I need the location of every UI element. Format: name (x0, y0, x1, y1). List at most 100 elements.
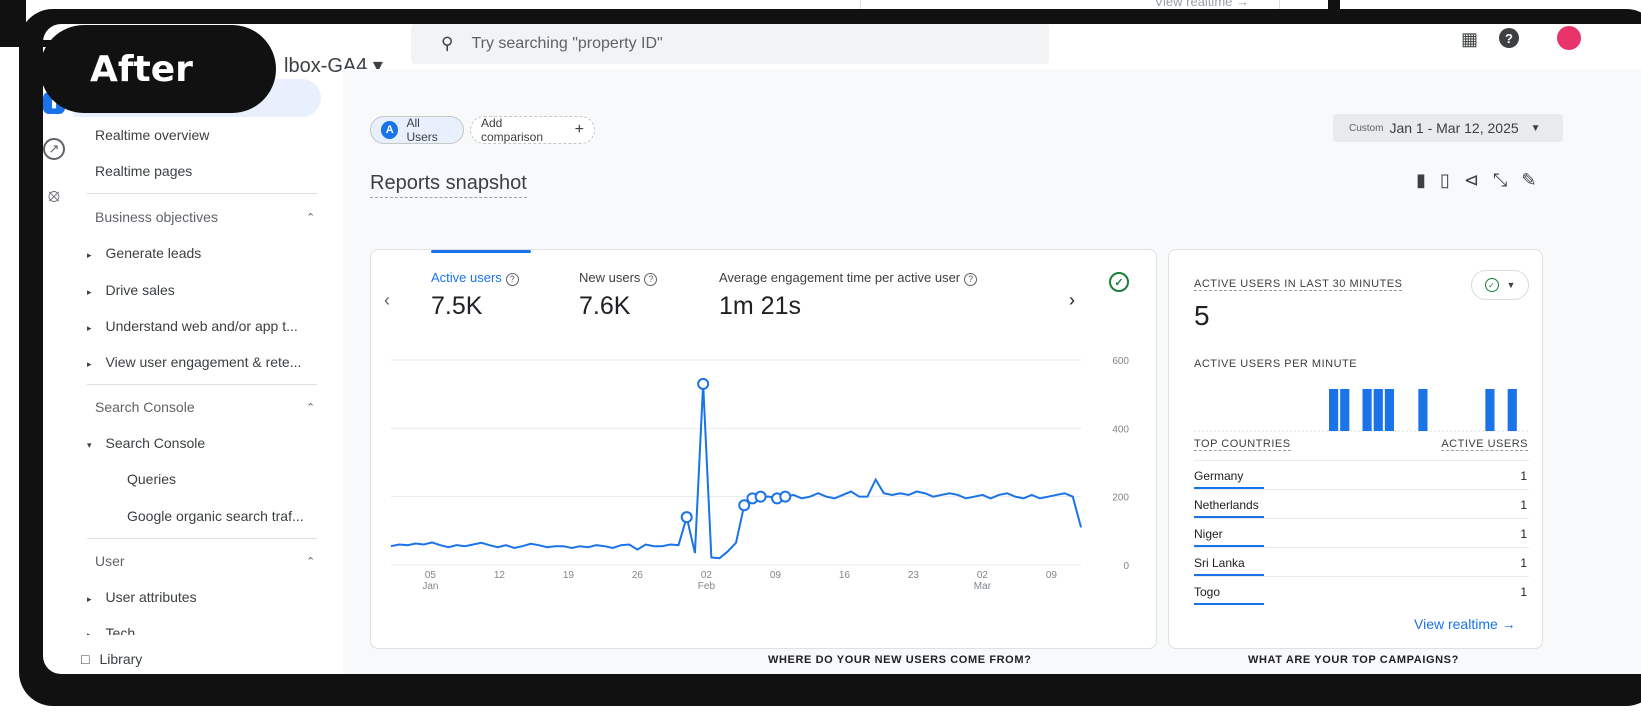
collapse-arrow-icon: ▾ (87, 440, 92, 450)
expand-arrow-icon: ▸ (87, 287, 92, 297)
country-name: Niger (1194, 527, 1223, 541)
advertising-icon[interactable]: ⦻ (43, 184, 65, 206)
per-minute-bar (1362, 389, 1372, 431)
insights-icon[interactable]: ⤡ (1493, 170, 1521, 190)
country-users: 1 (1520, 556, 1527, 570)
metric-label: Average engagement time per active user (719, 270, 961, 285)
expand-arrow-icon: ▸ (87, 250, 92, 260)
country-users: 1 (1520, 469, 1527, 483)
country-name: Germany (1194, 469, 1244, 483)
sidebar-item-realtime-pages[interactable]: Realtime pages (95, 163, 192, 179)
top-campaigns-heading: WHAT ARE YOUR TOP CAMPAIGNS? (1248, 654, 1459, 666)
collapse-icon[interactable]: ⌃ (306, 211, 315, 224)
top-countries-header: TOP COUNTRIES (1194, 438, 1291, 451)
apps-grid-icon[interactable]: ▦ (1461, 29, 1478, 50)
x-tick-month: Feb (698, 581, 716, 592)
country-users: 1 (1520, 527, 1527, 541)
x-tick-label: 02 (977, 570, 989, 581)
country-name: Sri Lanka (1194, 556, 1245, 570)
view-realtime-link[interactable]: View realtime → (1414, 616, 1516, 632)
y-tick-label: 400 (1112, 424, 1129, 435)
search-input[interactable]: ⚲ Try searching "property ID" (411, 24, 1049, 64)
x-tick-label: 09 (770, 570, 782, 581)
section-business-objectives[interactable]: Business objectives (95, 209, 218, 225)
sidebar-item-tech[interactable]: ▸ Tech (87, 625, 135, 635)
help-circle-icon[interactable]: ? (505, 273, 519, 286)
date-range-picker[interactable]: Custom Jan 1 - Mar 12, 2025 ▼ (1333, 114, 1563, 142)
help-icon[interactable]: ? (1499, 28, 1519, 48)
country-row: Germany 1 (1194, 460, 1529, 489)
country-name: Netherlands (1194, 498, 1259, 512)
country-name: Togo (1194, 585, 1221, 599)
metric-value: 7.6K (579, 292, 631, 320)
x-tick-label: 19 (563, 570, 575, 581)
country-users: 1 (1520, 498, 1527, 512)
country-bar (1194, 603, 1264, 605)
metric-new-users[interactable]: New users? 7.6K (579, 270, 658, 321)
country-row: Netherlands 1 (1194, 489, 1529, 518)
divider (87, 384, 317, 385)
plus-icon: + (574, 121, 584, 138)
all-users-chip[interactable]: A All Users (370, 116, 464, 144)
new-users-source-heading: WHERE DO YOUR NEW USERS COME FROM? (768, 654, 1032, 666)
date-range-value: Jan 1 - Mar 12, 2025 (1389, 120, 1519, 136)
collapse-icon[interactable]: ⌃ (306, 555, 315, 568)
x-tick-label: 09 (1046, 570, 1058, 581)
data-point-marker (697, 377, 710, 390)
per-minute-bar (1418, 389, 1428, 431)
realtime-status-dropdown[interactable]: ✓ ▼ (1471, 270, 1529, 300)
per-minute-label: ACTIVE USERS PER MINUTE (1194, 358, 1358, 370)
sidebar-item-label: View user engagement & rete... (105, 354, 302, 370)
expand-arrow-icon: ▸ (87, 359, 92, 369)
x-tick-month: Jan (422, 581, 438, 592)
sidebar-item-search-console[interactable]: ▾ Search Console (87, 435, 205, 451)
sidebar-item-understand-web[interactable]: ▸ Understand web and/or app t... (87, 318, 298, 334)
y-tick-label: 200 (1112, 493, 1129, 504)
sidebar-item-queries[interactable]: Queries (127, 471, 176, 487)
sidebar-item-google-organic[interactable]: Google organic search traf... (127, 508, 304, 524)
chevron-down-icon: ▼ (1506, 280, 1516, 290)
collapse-icon[interactable]: ⌃ (306, 401, 315, 414)
x-tick-label: 26 (632, 570, 644, 581)
comparison-a-badge: A (381, 121, 399, 139)
folder-icon: □ (81, 651, 90, 667)
data-point-marker (779, 490, 792, 503)
sidebar-library[interactable]: □ Library (81, 651, 142, 667)
per-minute-bar (1485, 389, 1495, 431)
sidebar-item-generate-leads[interactable]: ▸ Generate leads (87, 245, 201, 261)
data-point-marker (680, 511, 693, 524)
chevron-left-icon[interactable]: ‹ (384, 290, 390, 311)
check-circle-icon[interactable]: ✓ (1109, 272, 1129, 292)
edit-icon[interactable]: ✎ (1521, 170, 1550, 190)
sidebar-item-user-attributes[interactable]: ▸ User attributes (87, 589, 197, 605)
share-icon[interactable]: ⊲ (1464, 170, 1493, 190)
help-circle-icon[interactable]: ? (964, 273, 978, 286)
help-circle-icon[interactable]: ? (644, 273, 658, 286)
sidebar-item-drive-sales[interactable]: ▸ Drive sales (87, 282, 175, 298)
per-minute-bars (1194, 389, 1529, 432)
section-search-console[interactable]: Search Console (95, 399, 195, 415)
divider (87, 193, 317, 194)
active-users-chart: 600400200005Jan12 19 26 02Feb09 16 23 02Mar09 (390, 356, 1129, 592)
country-row: Niger 1 (1194, 518, 1529, 547)
per-minute-bar (1373, 389, 1383, 431)
left-rail: ▮ ↗ ⦻ (43, 92, 71, 322)
explore-icon[interactable]: ↗ (43, 138, 65, 160)
x-tick-label: 16 (839, 570, 851, 581)
y-tick-label: 0 (1123, 561, 1129, 572)
metric-avg-engagement[interactable]: Average engagement time per active user?… (719, 270, 978, 321)
avatar[interactable] (1557, 26, 1581, 50)
sidebar-item-label: Drive sales (105, 282, 175, 298)
sidebar-item-user-engagement[interactable]: ▸ View user engagement & rete... (87, 354, 301, 370)
metric-active-users[interactable]: Active users? 7.5K (431, 270, 519, 321)
sidebar-item-label: Search Console (105, 435, 206, 451)
compare-icon[interactable]: ▮▯ (1416, 170, 1464, 190)
sidebar-item-realtime-overview[interactable]: Realtime overview (95, 127, 209, 143)
add-comparison-button[interactable]: Add comparison + (470, 116, 595, 144)
sidebar-item-label: User attributes (105, 589, 197, 605)
x-tick-label: 02 (701, 570, 713, 581)
chevron-right-icon[interactable]: › (1069, 290, 1075, 311)
sidebar-item-label: Generate leads (105, 245, 202, 261)
section-user[interactable]: User (95, 553, 125, 569)
sidebar: Realtime overview Realtime pages Busines… (73, 79, 333, 674)
